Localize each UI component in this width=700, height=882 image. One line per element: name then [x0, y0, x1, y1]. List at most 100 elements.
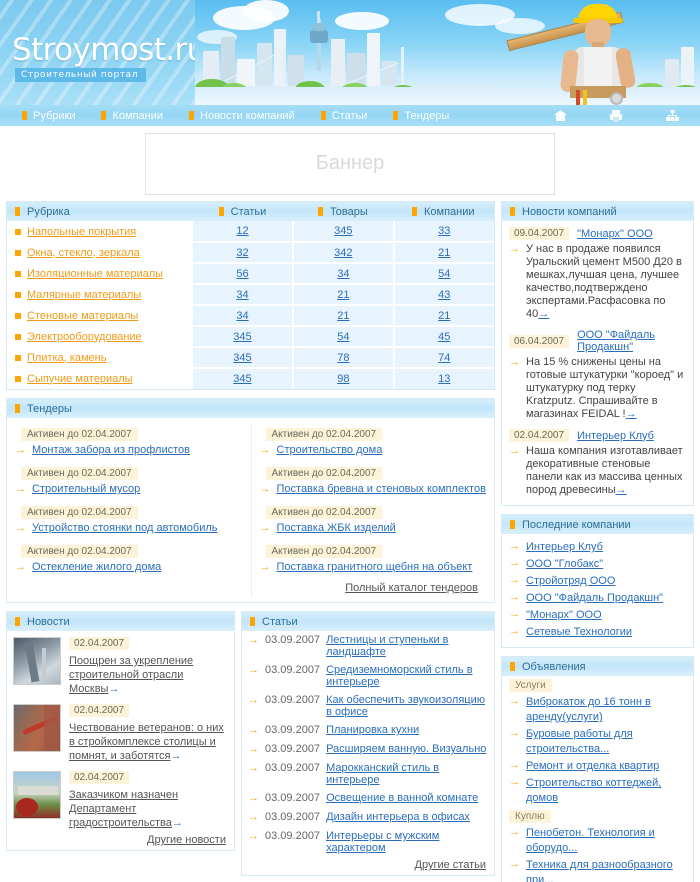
sitemap-icon[interactable] [644, 110, 700, 122]
companies-count-link[interactable]: 21 [438, 247, 450, 259]
companies-count-link[interactable]: 45 [438, 331, 450, 343]
goods-cell: 21 [293, 284, 395, 306]
rubric-link[interactable]: Окна, стекло, зеркала [27, 247, 140, 259]
article-link[interactable]: Планировка кухни [326, 724, 419, 736]
nav-item-stati[interactable]: Статьи [320, 110, 367, 122]
nav-item-tendery[interactable]: Тендеры [393, 110, 449, 122]
more-articles-link[interactable]: Другие статьи [415, 859, 486, 871]
company-link[interactable]: "Монарх" ООО [526, 608, 602, 623]
announcement-link[interactable]: Пенобетон. Технология и оборудо... [526, 826, 686, 856]
news-thumbnail[interactable] [13, 704, 61, 752]
rubric-link[interactable]: Малярные материалы [27, 289, 141, 301]
tender-link[interactable]: Поставка ЖБК изделий [277, 522, 396, 535]
companies-count-link[interactable]: 21 [438, 310, 450, 322]
articles-count-link[interactable]: 56 [236, 268, 248, 280]
articles-count-link[interactable]: 345 [233, 373, 251, 385]
tenders-catalog-link[interactable]: Полный каталог тендеров [345, 582, 478, 594]
articles-count-link[interactable]: 345 [233, 331, 251, 343]
tender-link[interactable]: Устройство стоянки под автомобиль [32, 522, 218, 535]
articles-count-link[interactable]: 32 [236, 247, 248, 259]
tender-link[interactable]: Строительство дома [277, 444, 383, 457]
companies-cell: 33 [393, 221, 494, 243]
company-news-head: 06.04.2007 ООО "Файдаль Продакшн" [509, 329, 686, 353]
goods-count-link[interactable]: 345 [334, 225, 352, 237]
company-link[interactable]: Интерьер Клуб [526, 540, 603, 555]
announcement-link[interactable]: Техника для разнообразного при... [526, 858, 686, 882]
list-item: → Поставка ЖБК изделий [260, 522, 487, 535]
site-logo[interactable]: Stroymost.ru [12, 32, 206, 68]
companies-count-link[interactable]: 13 [438, 373, 450, 385]
article-link[interactable]: Как обеспечить звукоизоляцию в офисе [326, 694, 488, 718]
nav-icon-group [532, 105, 700, 126]
company-link[interactable]: ООО "Файдаль Продакшн" [577, 329, 686, 353]
read-more-link[interactable]: → [538, 308, 549, 320]
companies-count-link[interactable]: 74 [438, 352, 450, 364]
announcement-link[interactable]: Ремонт и отделка квартир [526, 759, 659, 774]
company-link[interactable]: ООО "Файдаль Продакшн" [526, 591, 663, 606]
company-link[interactable]: Сетевые Технологии [526, 625, 632, 640]
nav-item-novosti-kompaniy[interactable]: Новости компаний [189, 110, 295, 122]
read-more-link[interactable]: → [616, 484, 627, 496]
article-link[interactable]: Средиземноморский стиль в интерьере [326, 664, 488, 688]
announcements-header: Объявления [502, 657, 693, 676]
company-link[interactable]: "Монарх" ООО [577, 228, 653, 240]
tender-link[interactable]: Остекление жилого дома [32, 561, 161, 574]
bullet-square-icon [22, 111, 27, 120]
tender-link[interactable]: Строительный мусор [32, 483, 140, 496]
banner-placeholder[interactable]: Баннер [145, 132, 555, 195]
more-news-link[interactable]: Другие новости [147, 834, 226, 846]
goods-count-link[interactable]: 78 [337, 352, 349, 364]
tender-link[interactable]: Монтаж забора из профлистов [32, 444, 190, 457]
articles-count-link[interactable]: 34 [236, 289, 248, 301]
read-more-link[interactable]: → [626, 408, 637, 420]
goods-count-link[interactable]: 342 [334, 247, 352, 259]
companies-count-link[interactable]: 43 [438, 289, 450, 301]
companies-count-link[interactable]: 54 [438, 268, 450, 280]
article-link[interactable]: Марокканский стиль в интерьере [326, 762, 488, 786]
article-link[interactable]: Освещение в ванной комнате [326, 792, 478, 804]
announcement-link[interactable]: Буровые работы для строительства... [526, 727, 686, 757]
article-link[interactable]: Интерьеры с мужским характером [326, 830, 488, 854]
home-icon[interactable] [532, 110, 588, 122]
bullet-square-icon [393, 111, 399, 120]
nav-item-kompanii[interactable]: Компании [101, 110, 163, 122]
news-link[interactable]: Поощрен за укрепление строительной отрас… [69, 655, 193, 695]
company-link[interactable]: ООО "Глобакс" [526, 557, 603, 572]
tender-link[interactable]: Поставка гранитного щебня на объект [277, 561, 473, 574]
news-thumbnail[interactable] [13, 771, 61, 819]
tender-link[interactable]: Поставка бревна и стеновых комплектов [277, 483, 486, 496]
article-link[interactable]: Расширяем ванную. Визуально [326, 743, 486, 755]
arrow-right-icon: → [509, 858, 520, 870]
goods-count-link[interactable]: 21 [337, 289, 349, 301]
news-thumbnail[interactable] [13, 637, 61, 685]
articles-count-link[interactable]: 34 [236, 310, 248, 322]
rubric-link[interactable]: Плитка, камень [27, 352, 106, 364]
rubric-link[interactable]: Сыпучие материалы [27, 373, 133, 385]
news-link[interactable]: Заказчиком назначен Департамент градостр… [69, 789, 178, 829]
rubric-link[interactable]: Напольные покрытия [27, 226, 136, 238]
goods-count-link[interactable]: 54 [337, 331, 349, 343]
nav-item-rubriki[interactable]: Рубрики [22, 110, 75, 122]
goods-count-link[interactable]: 34 [337, 268, 349, 280]
print-icon[interactable] [588, 109, 644, 122]
company-link[interactable]: Стройотряд ООО [526, 574, 615, 589]
article-date: 03.09.2007 [265, 830, 321, 842]
announcement-link[interactable]: Строительство коттеджей, домов [526, 776, 686, 806]
column-header-goods: Товары [293, 202, 394, 221]
rubric-link[interactable]: Электрооборудование [27, 331, 142, 343]
goods-count-link[interactable]: 98 [337, 373, 349, 385]
articles-count-link[interactable]: 12 [236, 225, 248, 237]
rubric-link[interactable]: Стеновые материалы [27, 310, 138, 322]
companies-count-link[interactable]: 33 [438, 225, 450, 237]
articles-cell: 12 [192, 221, 295, 243]
list-item: → 03.09.2007 Планировка кухни [242, 721, 494, 740]
article-link[interactable]: Дизайн интерьера в офисах [326, 811, 470, 823]
company-link[interactable]: Интерьер Клуб [577, 430, 654, 442]
goods-count-link[interactable]: 21 [337, 310, 349, 322]
articles-count-link[interactable]: 345 [233, 352, 251, 364]
news-link[interactable]: Чествование ветеранов: о них в стройкомп… [69, 722, 224, 762]
rubric-link[interactable]: Изоляционные материалы [27, 268, 163, 280]
announcement-link[interactable]: Виброкаток до 16 тонн в аренду(услуги) [526, 695, 686, 725]
article-link[interactable]: Лестницы и ступеньки в ландшафте [326, 634, 488, 658]
arrow-right-icon: → [509, 591, 520, 603]
